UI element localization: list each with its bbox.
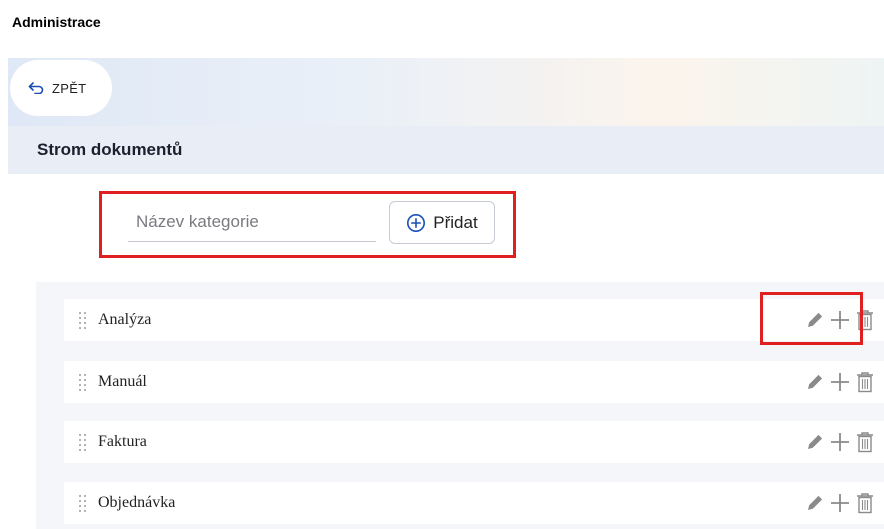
- plus-icon[interactable]: [829, 371, 851, 393]
- plus-circle-icon: [406, 213, 426, 233]
- section-title: Strom dokumentů: [37, 140, 183, 159]
- pencil-icon[interactable]: [804, 431, 826, 453]
- tree-item[interactable]: Faktura: [64, 421, 884, 463]
- pencil-icon[interactable]: [804, 371, 826, 393]
- category-name-input[interactable]: [128, 202, 376, 242]
- add-category-button[interactable]: Přidat: [389, 201, 495, 244]
- section-header: Strom dokumentů: [8, 126, 884, 174]
- drag-handle-icon[interactable]: [77, 310, 89, 330]
- tree-item-label: Manuál: [98, 373, 147, 390]
- tree-item-actions: [801, 430, 876, 454]
- document-tree: Analýza Manuál Faktura Objednávka: [36, 282, 884, 529]
- tree-item-actions: [801, 491, 876, 515]
- plus-icon[interactable]: [829, 492, 851, 514]
- pencil-icon[interactable]: [804, 492, 826, 514]
- tree-item-label: Faktura: [98, 433, 147, 450]
- tree-item-label: Objednávka: [98, 494, 176, 511]
- back-button[interactable]: ZPĚT: [10, 60, 112, 116]
- page-header: Administrace: [12, 14, 101, 30]
- top-toolbar: ZPĚT: [8, 58, 884, 126]
- category-name-field[interactable]: [128, 202, 376, 242]
- trash-icon[interactable]: [854, 492, 876, 514]
- drag-handle-icon[interactable]: [77, 493, 89, 513]
- add-category-label: Přidat: [433, 212, 478, 232]
- back-button-label: ZPĚT: [52, 80, 87, 96]
- trash-icon[interactable]: [854, 371, 876, 393]
- tree-item[interactable]: Objednávka: [64, 482, 884, 524]
- plus-icon[interactable]: [829, 431, 851, 453]
- trash-icon[interactable]: [854, 431, 876, 453]
- tree-item-actions: [801, 370, 876, 394]
- undo-arrow-icon: [28, 82, 44, 94]
- row-actions-highlight: [760, 292, 863, 345]
- tree-item[interactable]: Manuál: [64, 361, 884, 403]
- tree-item-label: Analýza: [98, 311, 152, 328]
- drag-handle-icon[interactable]: [77, 432, 89, 452]
- drag-handle-icon[interactable]: [77, 372, 89, 392]
- admin-panel: ZPĚT Strom dokumentů Přidat: [8, 58, 884, 529]
